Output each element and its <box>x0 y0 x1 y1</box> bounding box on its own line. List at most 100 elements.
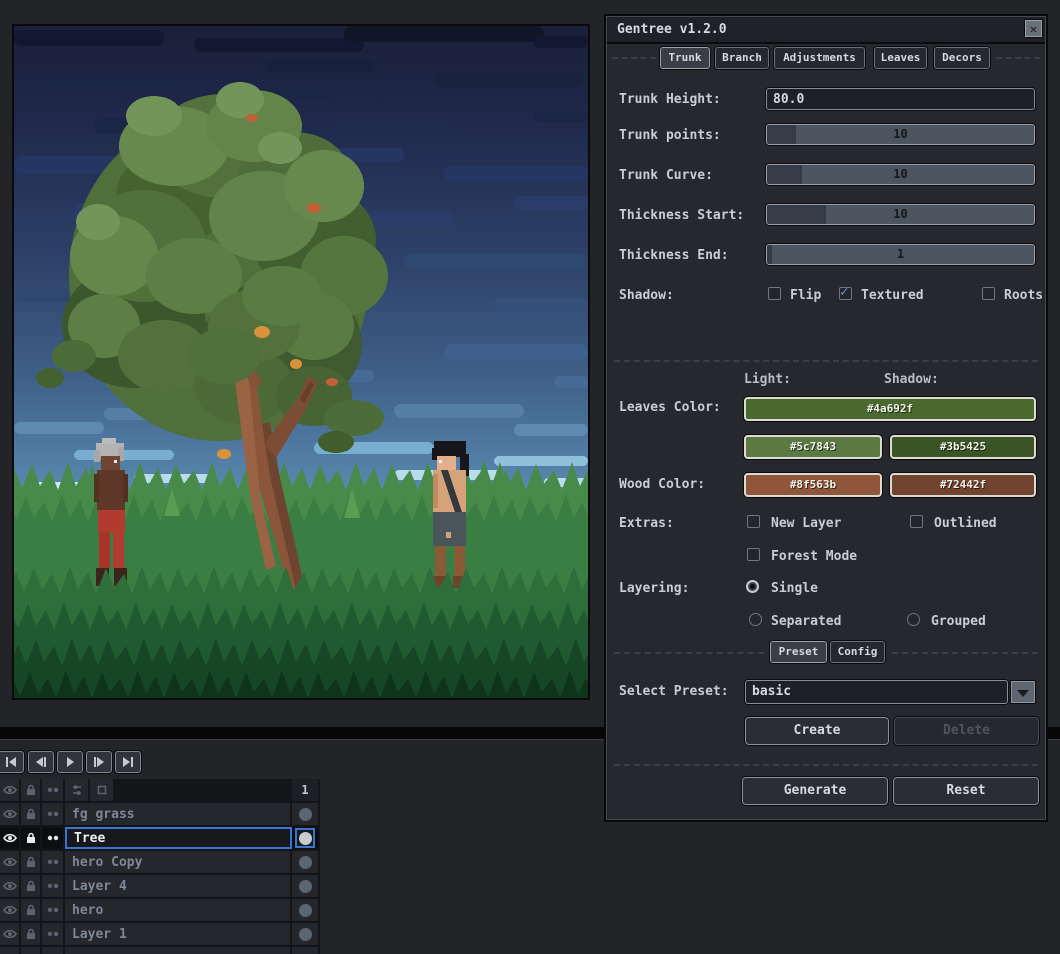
preset-dropdown-arrow[interactable] <box>1010 680 1036 704</box>
lock-icon <box>26 880 35 891</box>
sprite-canvas[interactable] <box>12 24 590 700</box>
grouped-label[interactable]: Grouped <box>931 614 986 629</box>
layer-continuous-toggle[interactable] <box>42 803 63 825</box>
layer-lock-toggle[interactable] <box>21 923 40 945</box>
leaves-main-color-button[interactable]: #4a692f <box>744 397 1036 421</box>
cel[interactable] <box>292 923 318 945</box>
tab-config[interactable]: Config <box>830 641 885 663</box>
roots-label[interactable]: Roots <box>1004 288 1043 303</box>
separator <box>614 360 1038 362</box>
textured-checkbox[interactable]: ✓ <box>839 284 852 300</box>
separated-label[interactable]: Separated <box>771 614 841 629</box>
layer-continuous-toggle[interactable] <box>42 923 63 945</box>
layer-lock-toggle[interactable] <box>21 827 40 849</box>
create-button[interactable]: Create <box>745 717 889 745</box>
preset-dash-left <box>614 652 764 654</box>
cel[interactable] <box>292 875 318 897</box>
trunk-points-slider[interactable]: 10 <box>766 124 1035 145</box>
lock-icon <box>26 808 35 819</box>
flip-checkbox[interactable] <box>768 287 781 300</box>
new-layer-label[interactable]: New Layer <box>771 516 841 531</box>
lock-icon <box>26 904 35 915</box>
toggle-all-continuous[interactable] <box>42 779 63 801</box>
eye-icon <box>2 833 17 843</box>
layer-visibility-toggle[interactable] <box>0 803 19 825</box>
tab-adjustments[interactable]: Adjustments <box>774 47 865 69</box>
lock-icon <box>26 832 35 843</box>
separator <box>614 764 1038 766</box>
last-frame-button[interactable] <box>115 751 141 773</box>
cel[interactable] <box>292 803 318 825</box>
eye-icon <box>2 809 17 819</box>
layer-visibility-toggle[interactable] <box>0 923 19 945</box>
tab-branch[interactable]: Branch <box>715 47 769 69</box>
delete-button[interactable]: Delete <box>894 717 1039 745</box>
generate-button[interactable]: Generate <box>742 777 888 805</box>
outlined-checkbox[interactable] <box>910 515 923 528</box>
separated-radio[interactable] <box>749 613 762 626</box>
layer-visibility-toggle[interactable] <box>0 875 19 897</box>
toggle-all-lock[interactable] <box>21 779 40 801</box>
leaves-light-color-button[interactable]: #5c7843 <box>744 435 882 459</box>
cel-dot <box>298 855 312 869</box>
layer-continuous-toggle[interactable] <box>42 899 63 921</box>
wood-shadow-color-button[interactable]: #72442f <box>890 473 1036 497</box>
roots-checkbox[interactable] <box>982 287 995 300</box>
layer-name[interactable]: fg grass <box>65 803 290 825</box>
layer-visibility-toggle[interactable] <box>0 827 19 849</box>
new-layer-checkbox[interactable] <box>747 515 760 528</box>
layer-name[interactable]: hero <box>65 899 290 921</box>
flip-label[interactable]: Flip <box>790 288 821 303</box>
layer-lock-toggle[interactable] <box>21 899 40 921</box>
slider-value: 10 <box>893 167 908 181</box>
leaves-shadow-color-button[interactable]: #3b5425 <box>890 435 1036 459</box>
layer-continuous-toggle[interactable] <box>42 851 63 873</box>
chevron-down-icon <box>1017 690 1029 697</box>
layer-visibility-toggle[interactable] <box>0 899 19 921</box>
close-button[interactable]: ✕ <box>1024 19 1043 38</box>
single-radio[interactable] <box>746 580 759 593</box>
cel[interactable] <box>292 851 318 873</box>
first-frame-button[interactable] <box>0 751 24 773</box>
trunk-height-input[interactable] <box>766 88 1035 110</box>
thickness-start-slider[interactable]: 10 <box>766 204 1035 225</box>
grouped-radio[interactable] <box>907 613 920 626</box>
preset-dropdown[interactable]: basic <box>745 680 1008 704</box>
trunk-curve-slider[interactable]: 10 <box>766 164 1035 185</box>
layer-lock-toggle[interactable] <box>21 851 40 873</box>
dialog-titlebar[interactable]: Gentree v1.2.0 <box>607 17 1045 44</box>
layer-lock-toggle[interactable] <box>21 803 40 825</box>
textured-label[interactable]: Textured <box>861 288 924 303</box>
layer-name[interactable]: Layer 1 <box>65 923 290 945</box>
timeline-settings-button[interactable] <box>65 779 88 801</box>
layer-name[interactable]: hero Copy <box>65 851 290 873</box>
layer-continuous-toggle[interactable] <box>42 827 63 849</box>
layer-name[interactable]: Layer 4 <box>65 875 290 897</box>
frame-header[interactable]: 1 <box>292 779 318 801</box>
tab-trunk[interactable]: Trunk <box>660 47 710 69</box>
forest-mode-checkbox[interactable] <box>747 548 760 561</box>
layer-continuous-toggle[interactable] <box>42 875 63 897</box>
tab-leaves[interactable]: Leaves <box>874 47 927 69</box>
outlined-label[interactable]: Outlined <box>934 516 997 531</box>
eye-icon <box>2 929 17 939</box>
thickness-end-slider[interactable]: 1 <box>766 244 1035 265</box>
tab-decors[interactable]: Decors <box>934 47 990 69</box>
slider-value: 10 <box>893 127 908 141</box>
next-frame-button[interactable] <box>86 751 112 773</box>
layer-name[interactable]: Tree <box>65 827 292 849</box>
single-label[interactable]: Single <box>771 581 818 596</box>
eye-icon <box>2 905 17 915</box>
cel[interactable] <box>292 899 318 921</box>
reset-button[interactable]: Reset <box>893 777 1039 805</box>
layer-visibility-toggle[interactable] <box>0 851 19 873</box>
previous-frame-button[interactable] <box>28 751 54 773</box>
forest-mode-label[interactable]: Forest Mode <box>771 549 857 564</box>
cel[interactable] <box>292 827 318 849</box>
wood-light-color-button[interactable]: #8f563b <box>744 473 882 497</box>
play-button[interactable] <box>57 751 83 773</box>
layer-lock-toggle[interactable] <box>21 875 40 897</box>
onion-skin-button[interactable] <box>90 779 113 801</box>
tab-preset[interactable]: Preset <box>770 641 827 663</box>
toggle-all-visibility[interactable] <box>0 779 19 801</box>
